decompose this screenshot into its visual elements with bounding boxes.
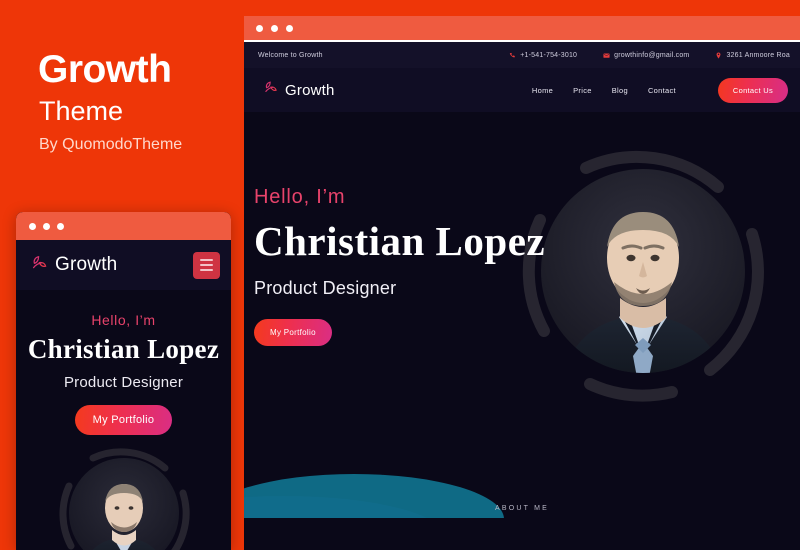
hero-section: Hello, I’m Christian Lopez Product Desig…	[244, 112, 800, 518]
site-logo-text: Growth	[285, 81, 335, 99]
contact-email-text: growthinfo@gmail.com	[614, 51, 690, 59]
hero-role: Product Designer	[254, 278, 397, 298]
site-logo[interactable]: Growth	[262, 79, 335, 101]
contact-list: +1-541-754-3010 growthinfo@gmail.com 326…	[509, 52, 790, 59]
about-me-section-label: ABOUT ME	[494, 505, 550, 512]
hero-name: Christian Lopez	[254, 218, 546, 264]
contact-address-text: 3261 Anmoore Roa	[726, 51, 790, 59]
leaf-icon	[262, 79, 279, 101]
nav-item-blog[interactable]: Blog	[612, 86, 628, 95]
hamburger-icon[interactable]	[193, 251, 220, 279]
mobile-hero-role: Product Designer	[63, 374, 184, 391]
contact-phone[interactable]: +1-541-754-3010	[509, 52, 577, 59]
window-dot-minimize[interactable]	[271, 24, 278, 32]
hero-portrait	[504, 132, 782, 410]
window-dot-maximize[interactable]	[286, 24, 293, 32]
browser-titlebar	[244, 16, 800, 42]
mobile-hero-greeting: Hello, I’m	[91, 312, 156, 328]
browser-preview-window: Welcome to Growth +1-541-754-3010 growth…	[244, 16, 800, 550]
contact-phone-text: +1-541-754-3010	[520, 51, 578, 59]
hero-greeting: Hello, I’m	[254, 186, 346, 208]
top-contact-bar: Welcome to Growth +1-541-754-3010 growth…	[244, 42, 800, 68]
nav-item-home[interactable]: Home	[532, 86, 553, 95]
welcome-text: Welcome to Growth	[258, 51, 323, 59]
promo-byline: By QuomodoTheme	[39, 136, 183, 153]
window-dot-minimize[interactable]	[43, 222, 50, 230]
mobile-hero-section: Hello, I’m Christian Lopez Product Desig…	[16, 290, 231, 550]
contact-email[interactable]: growthinfo@gmail.com	[603, 52, 689, 59]
mobile-logo-text: Growth	[55, 254, 118, 275]
mobile-titlebar	[16, 212, 231, 240]
window-dot-maximize[interactable]	[57, 222, 64, 230]
window-dot-close[interactable]	[256, 24, 263, 32]
mobile-preview-window: Growth Hello, I’m Christian Lopez Produc…	[16, 212, 231, 550]
contact-us-button[interactable]: Contact Us	[717, 77, 788, 103]
contact-address[interactable]: 3261 Anmoore Roa	[715, 52, 790, 59]
nav-item-contact[interactable]: Contact	[648, 86, 676, 95]
hamburger-bar	[200, 264, 213, 266]
window-dot-close[interactable]	[29, 222, 36, 230]
nav-links: Home Price Blog Contact Contact Us	[532, 77, 788, 103]
promo-subtitle: Theme	[39, 96, 124, 126]
nav-item-price[interactable]: Price	[573, 86, 592, 95]
phone-icon	[509, 52, 516, 59]
mobile-portfolio-button[interactable]: My Portfolio	[74, 405, 173, 435]
promo-panel: Growth Theme By QuomodoTheme Growth Hell…	[0, 0, 244, 550]
mobile-logo[interactable]: Growth	[29, 253, 117, 278]
promo-title: Growth	[38, 48, 172, 91]
envelope-icon	[603, 52, 610, 59]
map-pin-icon	[715, 51, 722, 59]
mobile-hero-name: Christian Lopez	[27, 334, 220, 364]
mobile-navbar: Growth	[16, 240, 231, 290]
hero-text-block: Hello, I’m Christian Lopez Product Desig…	[254, 186, 545, 346]
leaf-icon	[29, 253, 49, 278]
mobile-portrait	[49, 438, 199, 550]
hamburger-bar	[200, 269, 213, 271]
hamburger-bar	[200, 259, 213, 261]
portfolio-button[interactable]: My Portfolio	[254, 319, 332, 346]
main-navbar: Growth Home Price Blog Contact Contact U…	[244, 68, 800, 112]
